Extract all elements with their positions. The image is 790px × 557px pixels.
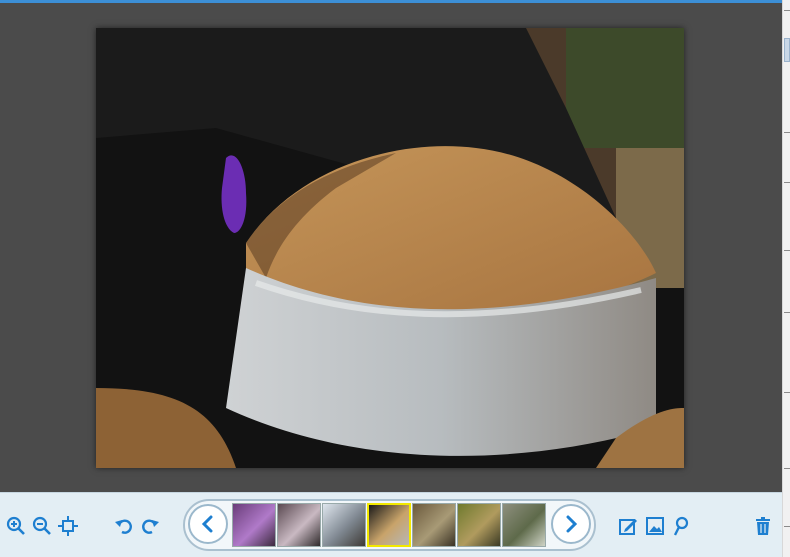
delete-button[interactable] xyxy=(752,515,774,537)
thumbnail[interactable] xyxy=(412,503,456,547)
scrollbar-tick xyxy=(784,468,790,469)
scrollbar-tick xyxy=(784,10,790,11)
image-viewer-canvas[interactable] xyxy=(0,3,782,492)
chevron-left-icon xyxy=(201,515,213,533)
main-photo xyxy=(96,28,684,468)
scrollbar-tick xyxy=(784,250,790,251)
rotate-left-button[interactable] xyxy=(113,515,135,537)
fit-to-window-icon xyxy=(58,516,78,536)
edit-icon xyxy=(619,519,637,535)
rotate-left-icon xyxy=(115,519,132,534)
previous-image-button[interactable] xyxy=(188,504,228,544)
thumbnail[interactable] xyxy=(502,503,546,547)
thumbnail[interactable] xyxy=(322,503,366,547)
zoom-in-icon xyxy=(6,516,25,535)
zoom-out-icon xyxy=(32,516,51,535)
photo-icon xyxy=(96,28,684,468)
scrollbar-tick xyxy=(784,392,790,393)
help-icon xyxy=(673,516,689,536)
help-button[interactable] xyxy=(670,515,692,537)
scrollbar-tick xyxy=(784,526,790,527)
thumbnail-selected[interactable] xyxy=(367,503,411,547)
scrollbar-thumb[interactable] xyxy=(784,38,790,62)
thumbnail[interactable] xyxy=(232,503,276,547)
thumbnail[interactable] xyxy=(277,503,321,547)
zoom-in-button[interactable] xyxy=(5,515,27,537)
trash-icon xyxy=(756,517,770,535)
rotate-right-button[interactable] xyxy=(139,515,161,537)
edit-button[interactable] xyxy=(617,515,639,537)
filmstrip xyxy=(183,499,596,551)
vertical-scrollbar[interactable] xyxy=(782,0,790,557)
chevron-right-icon xyxy=(566,515,578,533)
rotate-right-icon xyxy=(142,519,159,534)
next-image-button[interactable] xyxy=(551,504,591,544)
zoom-out-button[interactable] xyxy=(31,515,53,537)
image-icon xyxy=(646,517,664,535)
viewer-toolbar xyxy=(0,492,782,557)
image-button[interactable] xyxy=(644,515,666,537)
scrollbar-tick xyxy=(784,132,790,133)
thumbnail[interactable] xyxy=(457,503,501,547)
fit-to-window-button[interactable] xyxy=(57,515,79,537)
scrollbar-tick xyxy=(784,182,790,183)
scrollbar-tick xyxy=(784,312,790,313)
